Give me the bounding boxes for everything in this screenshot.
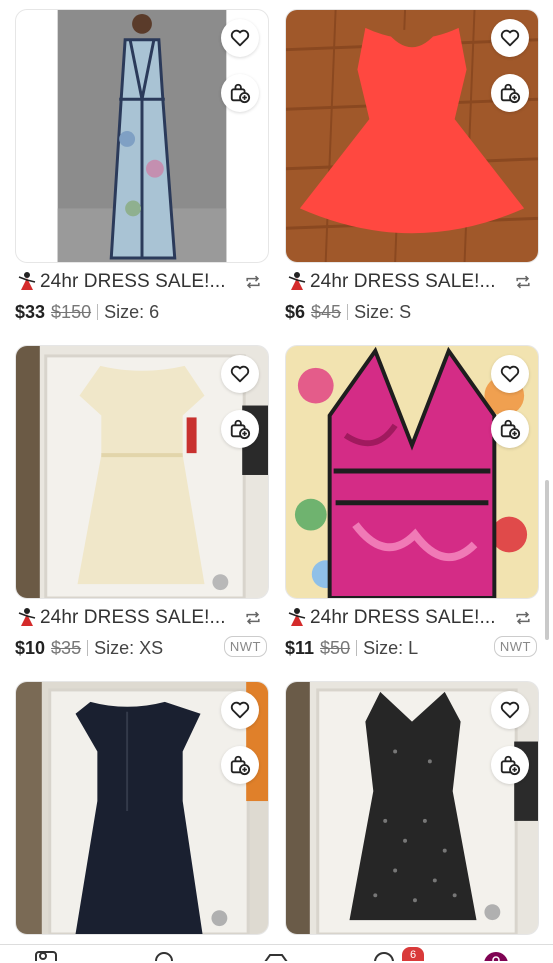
share-arrows-icon[interactable] (243, 272, 263, 292)
feed-icon (35, 951, 57, 961)
seller-name[interactable]: 24hr DRESS SALE!... (310, 271, 500, 293)
divider (97, 304, 99, 320)
price: $10 (15, 637, 46, 658)
add-to-bundle-button[interactable] (491, 746, 529, 784)
search-icon (155, 952, 173, 961)
dancer-icon (288, 608, 306, 626)
news-tab[interactable] (370, 949, 398, 961)
like-button[interactable] (221, 19, 259, 57)
seller-name[interactable]: 24hr DRESS SALE!... (310, 607, 500, 629)
like-button[interactable] (221, 691, 259, 729)
seller-row[interactable]: 24hr DRESS SALE!... (285, 268, 539, 296)
heart-icon (500, 29, 520, 47)
notification-badge: 6 (402, 947, 424, 961)
heart-icon (230, 29, 250, 47)
bag-plus-icon (500, 755, 521, 776)
dancer-icon (288, 272, 306, 290)
seller-row[interactable]: 24hr DRESS SALE!... (15, 604, 269, 632)
divider (356, 640, 358, 656)
heart-icon (500, 365, 520, 383)
camera-icon (264, 954, 288, 961)
add-to-bundle-button[interactable] (221, 746, 259, 784)
like-button[interactable] (491, 355, 529, 393)
bag-plus-icon (500, 83, 521, 104)
add-to-bundle-button[interactable] (221, 410, 259, 448)
price-row: $33 $150 Size: 6 (15, 299, 269, 325)
dancer-icon (18, 272, 36, 290)
like-button[interactable] (221, 355, 259, 393)
price: $11 (285, 637, 315, 658)
scrollbar-thumb[interactable] (545, 480, 549, 640)
original-price: $35 (51, 637, 82, 658)
bell-icon (374, 952, 394, 961)
add-to-bundle-button[interactable] (491, 74, 529, 112)
add-to-bundle-button[interactable] (221, 74, 259, 112)
account-tab[interactable] (482, 949, 510, 961)
sell-tab[interactable] (262, 949, 290, 961)
avatar-icon (484, 952, 508, 961)
heart-icon (230, 365, 250, 383)
share-arrows-icon[interactable] (513, 608, 533, 628)
heart-icon (230, 701, 250, 719)
seller-row[interactable]: 24hr DRESS SALE!... (285, 604, 539, 632)
size-label: Size: 6 (104, 301, 160, 322)
bag-plus-icon (500, 419, 521, 440)
feed-tab[interactable] (34, 949, 62, 961)
price: $33 (15, 301, 46, 322)
bag-plus-icon (230, 419, 251, 440)
original-price: $150 (51, 301, 92, 322)
divider (347, 304, 349, 320)
like-button[interactable] (491, 691, 529, 729)
share-arrows-icon[interactable] (513, 272, 533, 292)
search-tab[interactable] (150, 949, 178, 961)
bag-plus-icon (230, 83, 251, 104)
price: $6 (285, 301, 306, 322)
bag-plus-icon (230, 755, 251, 776)
nwt-badge: NWT (493, 636, 537, 657)
size-label: Size: XS (94, 637, 164, 658)
size-label: Size: S (354, 301, 412, 322)
bottom-nav: 6 (0, 944, 553, 961)
price-row: $10 $35 Size: XS NWT (15, 635, 269, 661)
heart-icon (500, 701, 520, 719)
seller-row[interactable]: 24hr DRESS SALE!... (15, 268, 269, 296)
add-to-bundle-button[interactable] (491, 410, 529, 448)
original-price: $50 (320, 637, 351, 658)
size-label: Size: L (363, 637, 419, 658)
divider (87, 640, 89, 656)
nwt-badge: NWT (223, 636, 267, 657)
seller-name[interactable]: 24hr DRESS SALE!... (40, 607, 230, 629)
dancer-icon (18, 608, 36, 626)
original-price: $45 (311, 301, 342, 322)
price-row: $6 $45 Size: S (285, 299, 539, 325)
seller-name[interactable]: 24hr DRESS SALE!... (40, 271, 230, 293)
share-arrows-icon[interactable] (243, 608, 263, 628)
price-row: $11 $50 Size: L NWT (285, 635, 539, 661)
like-button[interactable] (491, 19, 529, 57)
